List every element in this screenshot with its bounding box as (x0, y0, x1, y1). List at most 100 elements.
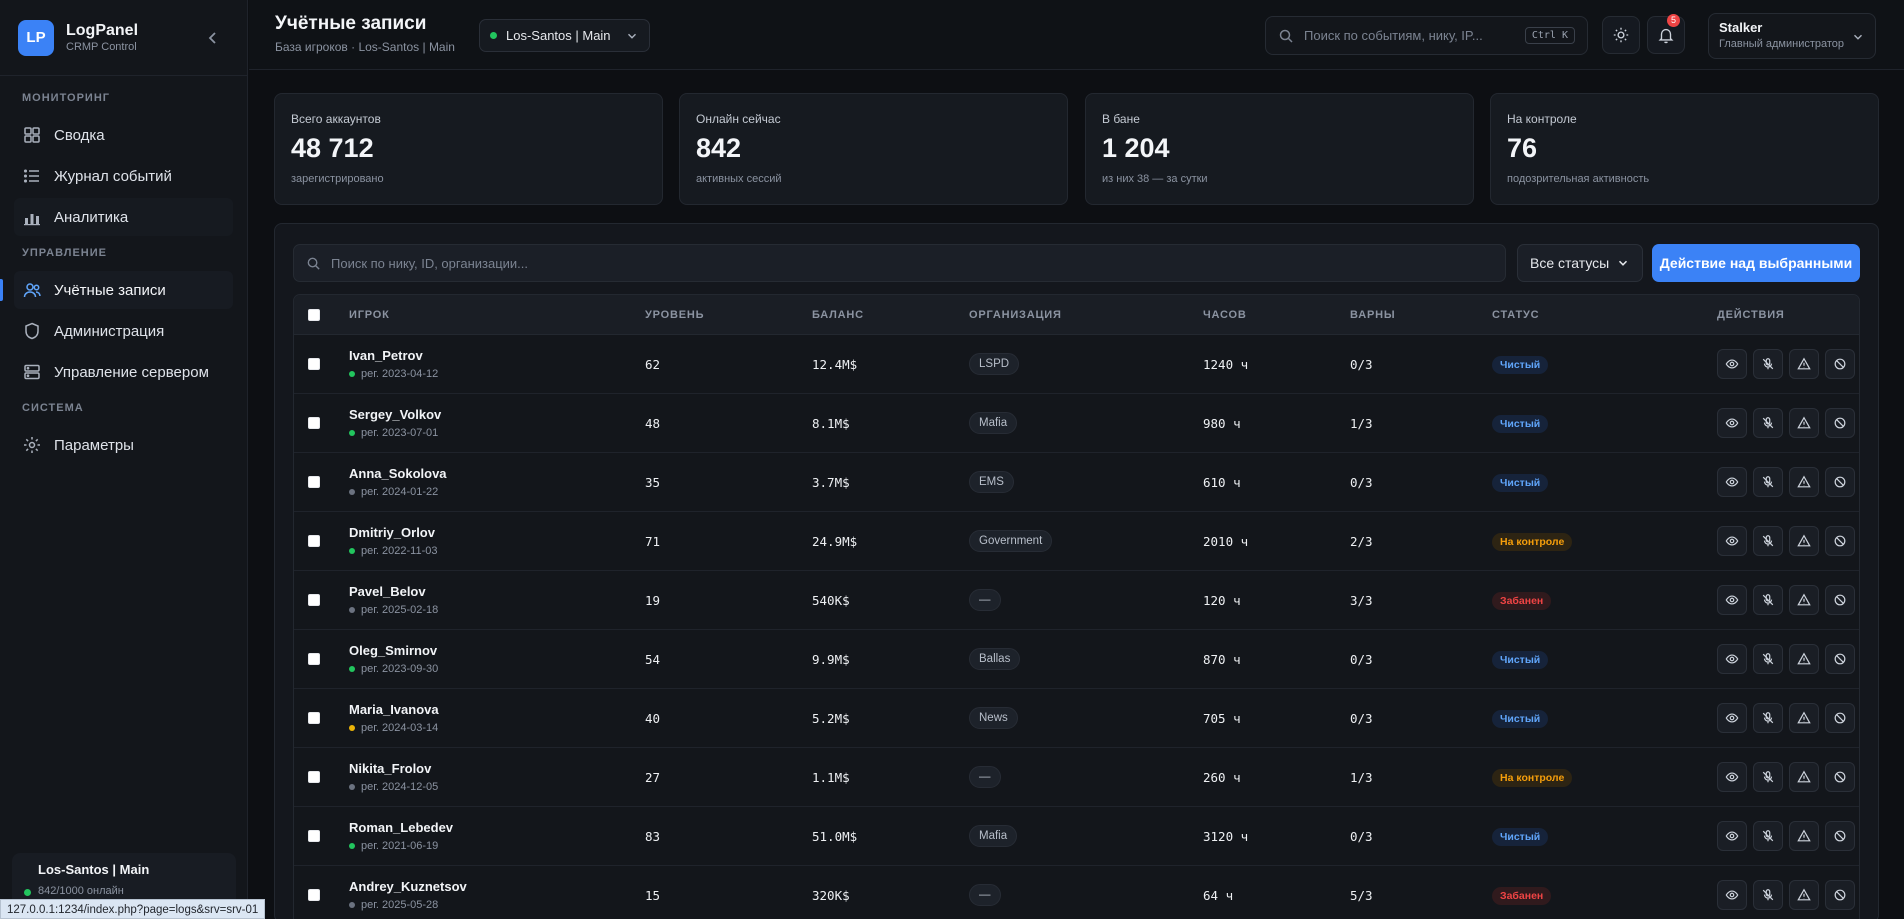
table-row[interactable]: Ivan_Petrov рег. 2023-04-12 62 12.4M$ LS… (294, 335, 1859, 394)
sidebar-item-event-log[interactable]: Журнал событий (14, 157, 233, 195)
warn-button[interactable] (1789, 762, 1819, 792)
view-button[interactable] (1717, 762, 1747, 792)
player-hours: 260 ч (1203, 769, 1241, 785)
ban-button[interactable] (1825, 821, 1855, 851)
bulk-action-button[interactable]: Действие над выбранными (1652, 244, 1860, 282)
player-name[interactable]: Dmitriy_Orlov (349, 525, 645, 540)
view-button[interactable] (1717, 349, 1747, 379)
sidebar-item-summary[interactable]: Сводка (14, 116, 233, 154)
warn-button[interactable] (1789, 408, 1819, 438)
mute-button[interactable] (1753, 703, 1783, 733)
table-row[interactable]: Anna_Sokolova рег. 2024-01-22 35 3.7M$ E… (294, 453, 1859, 512)
warn-button[interactable] (1789, 526, 1819, 556)
mute-button[interactable] (1753, 526, 1783, 556)
sidebar-item-administration[interactable]: Администрация (14, 312, 233, 350)
warn-button[interactable] (1789, 467, 1819, 497)
ban-button[interactable] (1825, 703, 1855, 733)
table-row[interactable]: Oleg_Smirnov рег. 2023-09-30 54 9.9M$ Ba… (294, 630, 1859, 689)
status-filter-select[interactable]: Все статусы (1517, 244, 1643, 282)
view-button[interactable] (1717, 644, 1747, 674)
view-button[interactable] (1717, 703, 1747, 733)
sidebar-item-accounts[interactable]: Учётные записи (0, 271, 233, 309)
sidebar-item-server-management[interactable]: Управление сервером (14, 353, 233, 391)
warn-button[interactable] (1789, 880, 1819, 910)
row-checkbox[interactable] (308, 594, 320, 606)
column-header-warns[interactable]: ВАРНЫ (1350, 309, 1492, 321)
warn-button[interactable] (1789, 585, 1819, 615)
view-button[interactable] (1717, 585, 1747, 615)
ban-button[interactable] (1825, 526, 1855, 556)
mute-button[interactable] (1753, 349, 1783, 379)
row-checkbox[interactable] (308, 358, 320, 370)
ban-button[interactable] (1825, 585, 1855, 615)
mute-button[interactable] (1753, 644, 1783, 674)
ban-button[interactable] (1825, 644, 1855, 674)
table-row[interactable]: Roman_Lebedev рег. 2021-06-19 83 51.0M$ … (294, 807, 1859, 866)
warn-button[interactable] (1789, 349, 1819, 379)
row-checkbox[interactable] (308, 771, 320, 783)
mute-button[interactable] (1753, 408, 1783, 438)
sidebar-item-settings[interactable]: Параметры (14, 426, 233, 464)
sidebar-item-analytics[interactable]: Аналитика (14, 198, 233, 236)
view-button[interactable] (1717, 821, 1747, 851)
eye-icon (1725, 654, 1739, 664)
table-row[interactable]: Dmitriy_Orlov рег. 2022-11-03 71 24.9M$ … (294, 512, 1859, 571)
warn-button[interactable] (1789, 821, 1819, 851)
nav-section-management: УПРАВЛЕНИЕ (22, 247, 107, 259)
mute-button[interactable] (1753, 762, 1783, 792)
column-header-balance[interactable]: БАЛАНС (812, 309, 969, 321)
table-row[interactable]: Maria_Ivanova рег. 2024-03-14 40 5.2M$ N… (294, 689, 1859, 748)
player-name[interactable]: Roman_Lebedev (349, 820, 645, 835)
view-button[interactable] (1717, 467, 1747, 497)
row-checkbox[interactable] (308, 417, 320, 429)
player-name[interactable]: Oleg_Smirnov (349, 643, 645, 658)
user-menu[interactable]: Stalker Главный администратор (1708, 13, 1876, 59)
player-name[interactable]: Andrey_Kuznetsov (349, 879, 645, 894)
table-row[interactable]: Nikita_Frolov рег. 2024-12-05 27 1.1M$ —… (294, 748, 1859, 807)
table-row[interactable]: Pavel_Belov рег. 2025-02-18 19 540K$ — 1… (294, 571, 1859, 630)
sun-icon (1613, 27, 1629, 43)
column-header-hours[interactable]: ЧАСОВ (1203, 309, 1350, 321)
ban-button[interactable] (1825, 880, 1855, 910)
player-name[interactable]: Maria_Ivanova (349, 702, 645, 717)
player-name[interactable]: Anna_Sokolova (349, 466, 645, 481)
ban-button[interactable] (1825, 349, 1855, 379)
column-header-player[interactable]: ИГРОК (349, 309, 645, 321)
row-checkbox[interactable] (308, 535, 320, 547)
player-search-input[interactable]: Поиск по нику, ID, организации... (293, 244, 1506, 282)
table-row[interactable]: Andrey_Kuznetsov рег. 2025-05-28 15 320K… (294, 866, 1859, 919)
global-search-input[interactable]: Поиск по событиям, нику, IP... Ctrl K (1265, 16, 1588, 55)
column-header-status[interactable]: СТАТУС (1492, 309, 1717, 321)
warn-button[interactable] (1789, 644, 1819, 674)
ban-button[interactable] (1825, 762, 1855, 792)
brand-logo[interactable]: LP (18, 19, 54, 56)
view-button[interactable] (1717, 408, 1747, 438)
player-name[interactable]: Ivan_Petrov (349, 348, 645, 363)
table-row[interactable]: Sergey_Volkov рег. 2023-07-01 48 8.1M$ M… (294, 394, 1859, 453)
row-checkbox[interactable] (308, 889, 320, 901)
player-name[interactable]: Nikita_Frolov (349, 761, 645, 776)
server-select[interactable]: Los-Santos | Main (479, 19, 650, 52)
search-icon (1279, 29, 1293, 43)
row-checkbox[interactable] (308, 653, 320, 665)
view-button[interactable] (1717, 880, 1747, 910)
mute-button[interactable] (1753, 880, 1783, 910)
view-button[interactable] (1717, 526, 1747, 556)
column-header-organization[interactable]: ОРГАНИЗАЦИЯ (969, 309, 1203, 321)
row-checkbox[interactable] (308, 712, 320, 724)
notifications-button[interactable]: 5 (1647, 14, 1685, 54)
column-header-level[interactable]: УРОВЕНЬ (645, 309, 812, 321)
mute-button[interactable] (1753, 585, 1783, 615)
select-all-checkbox[interactable] (308, 308, 320, 321)
collapse-sidebar-icon[interactable] (203, 28, 223, 48)
ban-button[interactable] (1825, 467, 1855, 497)
player-name[interactable]: Sergey_Volkov (349, 407, 645, 422)
row-checkbox[interactable] (308, 830, 320, 842)
ban-button[interactable] (1825, 408, 1855, 438)
mute-button[interactable] (1753, 467, 1783, 497)
row-checkbox[interactable] (308, 476, 320, 488)
mute-button[interactable] (1753, 821, 1783, 851)
theme-toggle-button[interactable] (1602, 16, 1640, 54)
player-name[interactable]: Pavel_Belov (349, 584, 645, 599)
warn-button[interactable] (1789, 703, 1819, 733)
